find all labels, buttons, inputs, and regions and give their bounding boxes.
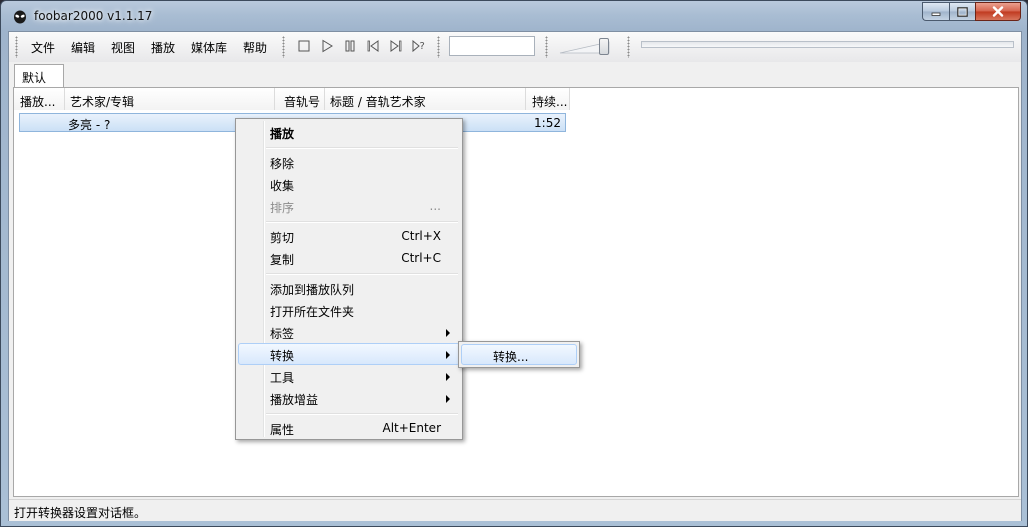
next-icon[interactable] <box>388 38 404 54</box>
pause-icon[interactable] <box>342 38 358 54</box>
menu-item-sort[interactable]: 排序... <box>238 195 460 217</box>
menu-separator <box>266 221 458 223</box>
convert-submenu: 转换... <box>458 341 580 368</box>
cell-artist-album: 多亮 - ? <box>68 118 111 132</box>
status-bar: 打开转换器设置对话框。 <box>9 499 1021 521</box>
menu-item-convert[interactable]: 转换 <box>238 343 460 365</box>
submenu-item-convert[interactable]: 转换... <box>461 344 577 365</box>
volume-toolbar-grip[interactable] <box>545 36 548 58</box>
context-menu: 播放 移除 收集 排序... 剪切 Ctrl+X 复制 Ctrl+C 添加到播放队列… <box>235 118 463 440</box>
playlist-header: 播放... 艺术家/专辑 音轨号 标题 / 音轨艺术家 持续... <box>14 88 1018 110</box>
menubar-grip[interactable] <box>15 36 18 58</box>
column-header-title[interactable]: 标题 / 音轨艺术家 <box>325 88 526 110</box>
app-window: foobar2000 v1.1.17 文件 编辑 视图 播放 媒体库 帮助 ? … <box>0 0 1028 527</box>
menu-item-cut[interactable]: 剪切 Ctrl+X <box>238 225 460 247</box>
menu-file[interactable]: 文件 <box>31 39 55 56</box>
search-input[interactable] <box>449 36 535 56</box>
volume-slider-thumb[interactable] <box>599 38 609 55</box>
menu-item-add-to-queue[interactable]: 添加到播放队列 <box>238 277 460 299</box>
toolbar: 文件 编辑 视图 播放 媒体库 帮助 ? <box>9 32 1021 63</box>
status-text: 打开转换器设置对话框。 <box>14 506 147 520</box>
search-toolbar-grip[interactable] <box>437 36 440 58</box>
menu-item-open-folder[interactable]: 打开所在文件夹 <box>238 299 460 321</box>
client-area: 文件 编辑 视图 播放 媒体库 帮助 ? 默认 播放... 艺术家/专辑 音轨号… <box>8 31 1022 521</box>
playback-toolbar-grip[interactable] <box>282 36 285 58</box>
column-header-playing[interactable]: 播放... <box>14 88 65 110</box>
menu-item-remove[interactable]: 移除 <box>238 151 460 173</box>
column-header-duration[interactable]: 持续... <box>526 88 570 110</box>
title-bar[interactable]: foobar2000 v1.1.17 <box>1 1 1027 31</box>
previous-icon[interactable] <box>365 38 381 54</box>
menu-library[interactable]: 媒体库 <box>191 39 227 56</box>
menu-item-copy[interactable]: 复制 Ctrl+C <box>238 247 460 269</box>
minimize-button[interactable] <box>922 2 949 21</box>
menu-separator <box>266 273 458 275</box>
column-header-artist-album[interactable]: 艺术家/专辑 <box>65 88 275 110</box>
menu-item-properties[interactable]: 属性 Alt+Enter <box>238 417 460 439</box>
submenu-arrow-icon <box>446 395 450 403</box>
playlist-view[interactable]: 播放... 艺术家/专辑 音轨号 标题 / 音轨艺术家 持续... 多亮 - ?… <box>13 87 1019 497</box>
caption-buttons <box>922 2 1021 22</box>
foobar-alien-icon <box>14 10 26 24</box>
menu-separator <box>266 413 458 415</box>
menu-view[interactable]: 视图 <box>111 39 135 56</box>
stop-icon[interactable] <box>296 38 312 54</box>
menu-edit[interactable]: 编辑 <box>71 39 95 56</box>
column-header-track-no[interactable]: 音轨号 <box>275 88 325 110</box>
maximize-icon <box>957 6 968 17</box>
maximize-button[interactable] <box>949 2 975 21</box>
svg-text:?: ? <box>420 41 425 52</box>
tab-default[interactable]: 默认 <box>14 64 64 88</box>
close-icon <box>992 6 1004 17</box>
submenu-arrow-icon <box>446 329 450 337</box>
tab-label: 默认 <box>22 71 47 85</box>
submenu-arrow-icon <box>446 351 450 359</box>
close-button[interactable] <box>975 2 1021 21</box>
cell-duration: 1:52 <box>534 116 561 130</box>
seek-bar[interactable] <box>641 41 1014 48</box>
header-filler <box>570 88 1018 110</box>
random-icon[interactable]: ? <box>411 38 427 54</box>
submenu-arrow-icon <box>446 373 450 381</box>
menu-item-tags[interactable]: 标签 <box>238 321 460 343</box>
menu-item-favorite[interactable]: 收集 <box>238 173 460 195</box>
menu-help[interactable]: 帮助 <box>243 39 267 56</box>
minimize-icon <box>931 12 941 16</box>
seekbar-toolbar-grip[interactable] <box>627 36 630 58</box>
menu-item-tools[interactable]: 工具 <box>238 365 460 387</box>
playlist-tabs: 默认 <box>9 62 1021 88</box>
menu-item-play[interactable]: 播放 <box>238 121 460 143</box>
menu-item-replaygain[interactable]: 播放增益 <box>238 387 460 409</box>
play-icon[interactable] <box>319 38 335 54</box>
window-title: foobar2000 v1.1.17 <box>34 9 153 23</box>
menu-separator <box>266 147 458 149</box>
menu-playback[interactable]: 播放 <box>151 39 175 56</box>
